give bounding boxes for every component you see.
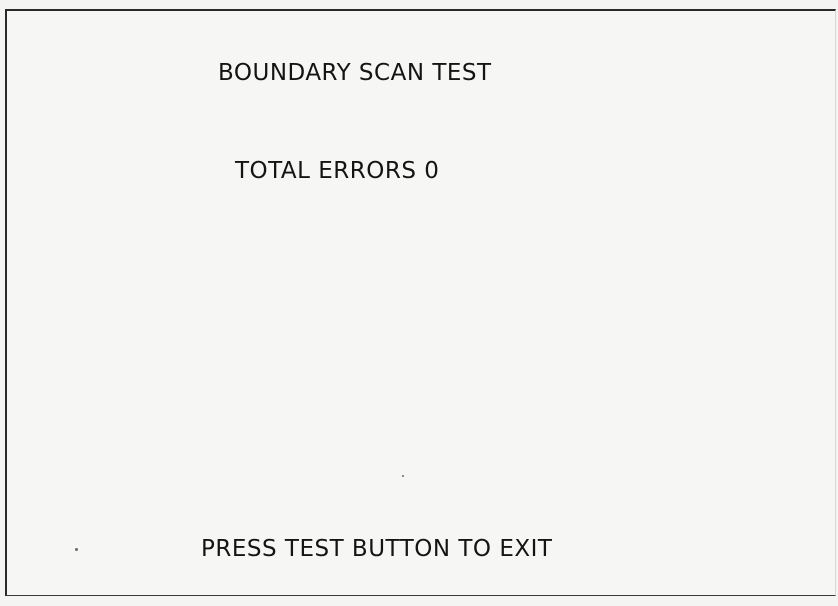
test-screen: BOUNDARY SCAN TEST TOTAL ERRORS 0 PRESS …: [5, 9, 836, 596]
screen-title: BOUNDARY SCAN TEST: [218, 60, 492, 86]
scan-speck: [402, 475, 404, 477]
exit-instruction: PRESS TEST BUTTON TO EXIT: [201, 536, 553, 562]
scan-speck: [75, 548, 78, 551]
total-errors-readout: TOTAL ERRORS 0: [235, 158, 440, 184]
